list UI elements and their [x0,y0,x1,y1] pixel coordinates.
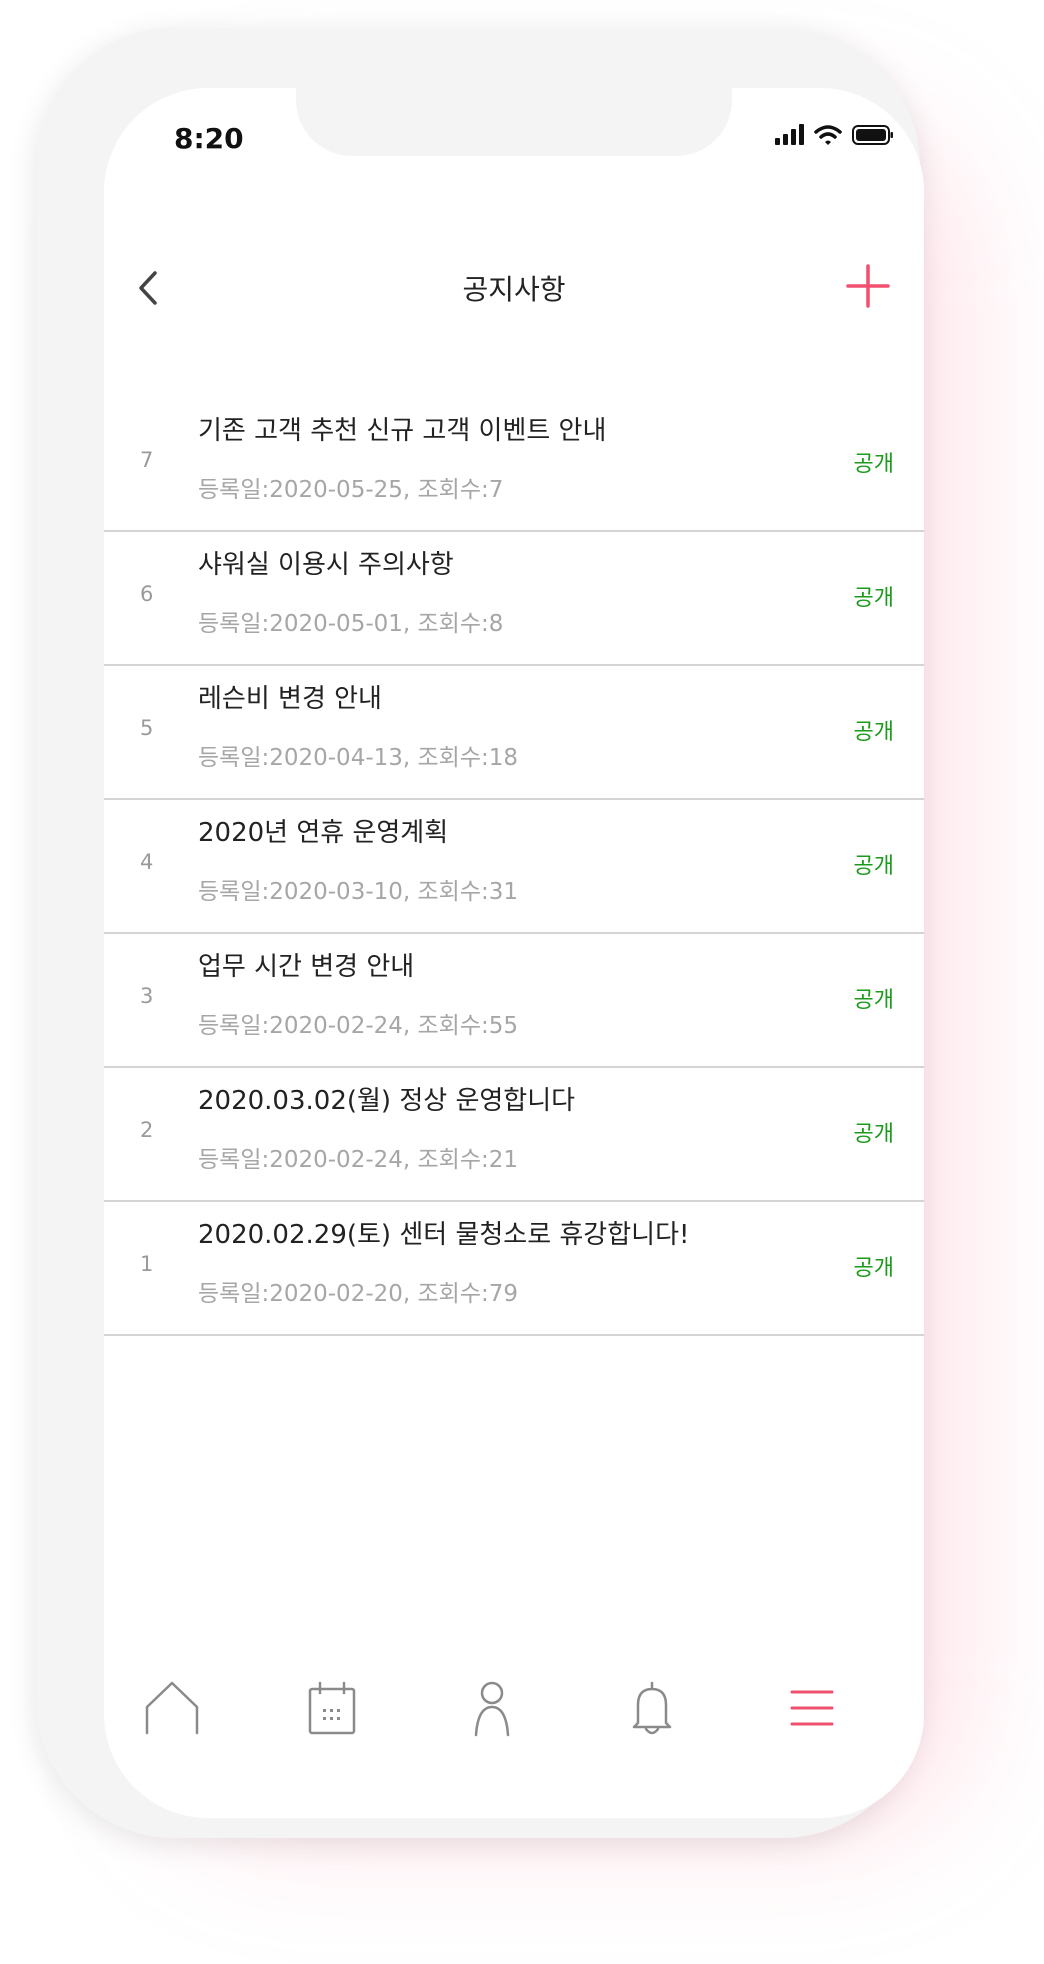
notice-title[interactable]: 2020.02.29(토) 센터 물청소로 휴강합니다! [198,1214,689,1251]
wifi-icon [814,124,842,150]
notice-row[interactable]: 2 2020.03.02(월) 정상 운영합니다 등록일:2020-02-24,… [104,1068,924,1202]
phone-frame: 8:20 공지사항 7 기존 고객 추천 신규 고객 이벤트 안내 등록일:20… [36,28,924,1838]
notice-row[interactable]: 5 레슨비 변경 안내 등록일:2020-04-13, 조회수:18 공개 [104,666,924,800]
notice-status: 공개 [853,586,894,611]
notice-row[interactable]: 3 업무 시간 변경 안내 등록일:2020-02-24, 조회수:55 공개 [104,934,924,1068]
calendar-icon [308,1681,356,1735]
notice-number: 4 [140,850,154,874]
notice-row[interactable]: 6 샤워실 이용시 주의사항 등록일:2020-05-01, 조회수:8 공개 [104,532,924,666]
notice-title[interactable]: 2020년 연휴 운영계획 [198,812,448,849]
battery-icon [852,124,894,150]
person-icon [474,1681,510,1737]
notice-title[interactable]: 업무 시간 변경 안내 [198,946,414,983]
notice-meta: 등록일:2020-03-10, 조회수:31 [198,879,519,905]
notice-row[interactable]: 7 기존 고객 추천 신규 고객 이벤트 안내 등록일:2020-05-25, … [104,398,924,532]
notice-row[interactable]: 1 2020.02.29(토) 센터 물청소로 휴강합니다! 등록일:2020-… [104,1202,924,1336]
phone-screen: 8:20 공지사항 7 기존 고객 추천 신규 고객 이벤트 안내 등록일:20… [104,88,924,1818]
page-title: 공지사항 [462,273,566,306]
notice-status: 공개 [853,1256,894,1281]
bottom-tab-bar [104,1668,924,1758]
tab-menu[interactable] [772,1668,852,1748]
notice-number: 2 [140,1118,154,1142]
notice-status: 공개 [853,988,894,1013]
tab-profile[interactable] [452,1668,532,1748]
notice-number: 1 [140,1252,154,1276]
phone-notch [296,88,732,156]
notice-title[interactable]: 레슨비 변경 안내 [198,678,382,715]
tab-notifications[interactable] [612,1668,692,1748]
tab-home[interactable] [132,1668,212,1748]
notice-meta: 등록일:2020-02-24, 조회수:55 [198,1013,519,1039]
home-icon [145,1681,199,1735]
notice-title[interactable]: 기존 고객 추천 신규 고객 이벤트 안내 [198,410,606,447]
notice-number: 3 [140,984,154,1008]
status-time: 8:20 [174,122,244,155]
notice-number: 6 [140,582,154,606]
notice-title[interactable]: 2020.03.02(월) 정상 운영합니다 [198,1080,575,1117]
plus-icon [846,264,890,308]
notice-number: 7 [140,448,154,472]
notice-meta: 등록일:2020-05-25, 조회수:7 [198,477,504,503]
notice-title[interactable]: 샤워실 이용시 주의사항 [198,544,454,581]
notice-meta: 등록일:2020-04-13, 조회수:18 [198,745,519,771]
app-header: 공지사항 [104,256,924,320]
tab-calendar[interactable] [292,1668,372,1748]
add-notice-button[interactable] [842,260,894,312]
notice-meta: 등록일:2020-02-20, 조회수:79 [198,1281,519,1307]
notice-meta: 등록일:2020-02-24, 조회수:21 [198,1147,519,1173]
notice-row[interactable]: 4 2020년 연휴 운영계획 등록일:2020-03-10, 조회수:31 공… [104,800,924,934]
notice-status: 공개 [853,854,894,879]
notice-list: 7 기존 고객 추천 신규 고객 이벤트 안내 등록일:2020-05-25, … [104,398,924,1336]
notice-status: 공개 [853,1122,894,1147]
signal-icon [774,124,804,150]
bell-icon [632,1681,672,1735]
status-icons [774,124,894,150]
notice-status: 공개 [853,720,894,745]
notice-number: 5 [140,716,154,740]
notice-status: 공개 [853,452,894,477]
notice-meta: 등록일:2020-05-01, 조회수:8 [198,611,504,637]
menu-icon [790,1690,834,1726]
